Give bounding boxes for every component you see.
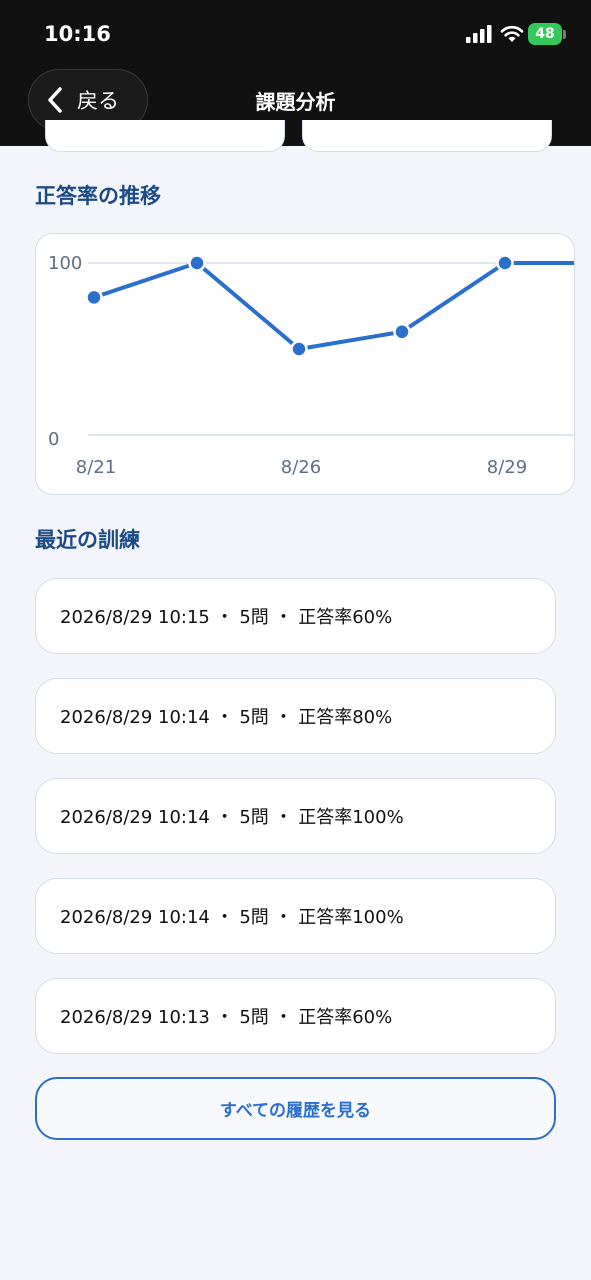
chart-svg: 100 0 8/21 8/26 8/29 bbox=[48, 253, 574, 478]
data-point bbox=[393, 323, 411, 341]
page-title: 課題分析 bbox=[255, 90, 336, 114]
partial-card-right bbox=[302, 120, 552, 152]
history-button-label: すべての履歴を見る bbox=[219, 1101, 372, 1121]
y-tick-label: 0 bbox=[48, 429, 59, 450]
data-point bbox=[290, 340, 308, 358]
status-time: 10:16 bbox=[44, 22, 111, 46]
battery-cap bbox=[563, 30, 566, 39]
x-tick-label: 8/26 bbox=[281, 457, 321, 478]
trend-section-title: 正答率の推移 bbox=[35, 184, 161, 208]
recent-section-title: 最近の訓練 bbox=[35, 528, 140, 552]
session-card[interactable]: 2026/8/29 10:14 ・ 5問 ・ 正答率80% bbox=[35, 678, 556, 754]
session-card[interactable]: 2026/8/29 10:14 ・ 5問 ・ 正答率100% bbox=[35, 878, 556, 954]
battery-indicator: 48 bbox=[528, 23, 562, 45]
data-point bbox=[85, 288, 103, 307]
x-tick-label: 8/21 bbox=[76, 457, 116, 478]
x-tick-label: 8/29 bbox=[487, 457, 527, 478]
signal-icon bbox=[466, 25, 492, 43]
data-point bbox=[188, 254, 206, 272]
session-text: 2026/8/29 10:14 ・ 5問 ・ 正答率100% bbox=[60, 807, 404, 828]
session-text: 2026/8/29 10:13 ・ 5問 ・ 正答率60% bbox=[60, 1007, 393, 1028]
y-tick-label: 100 bbox=[48, 253, 82, 274]
view-all-history-button[interactable]: すべての履歴を見る bbox=[35, 1077, 556, 1140]
session-text: 2026/8/29 10:14 ・ 5問 ・ 正答率80% bbox=[60, 707, 393, 728]
data-point bbox=[496, 254, 514, 272]
session-text: 2026/8/29 10:14 ・ 5問 ・ 正答率100% bbox=[60, 907, 404, 928]
series-line bbox=[92, 261, 574, 351]
session-text: 2026/8/29 10:15 ・ 5問 ・ 正答率60% bbox=[60, 607, 393, 628]
session-card[interactable]: 2026/8/29 10:13 ・ 5問 ・ 正答率60% bbox=[35, 978, 556, 1054]
accuracy-chart: 100 0 8/21 8/26 8/29 bbox=[35, 233, 575, 495]
session-card[interactable]: 2026/8/29 10:15 ・ 5問 ・ 正答率60% bbox=[35, 578, 556, 654]
partial-card-left bbox=[45, 120, 285, 152]
wifi-icon bbox=[500, 25, 524, 42]
session-card[interactable]: 2026/8/29 10:14 ・ 5問 ・ 正答率100% bbox=[35, 778, 556, 854]
